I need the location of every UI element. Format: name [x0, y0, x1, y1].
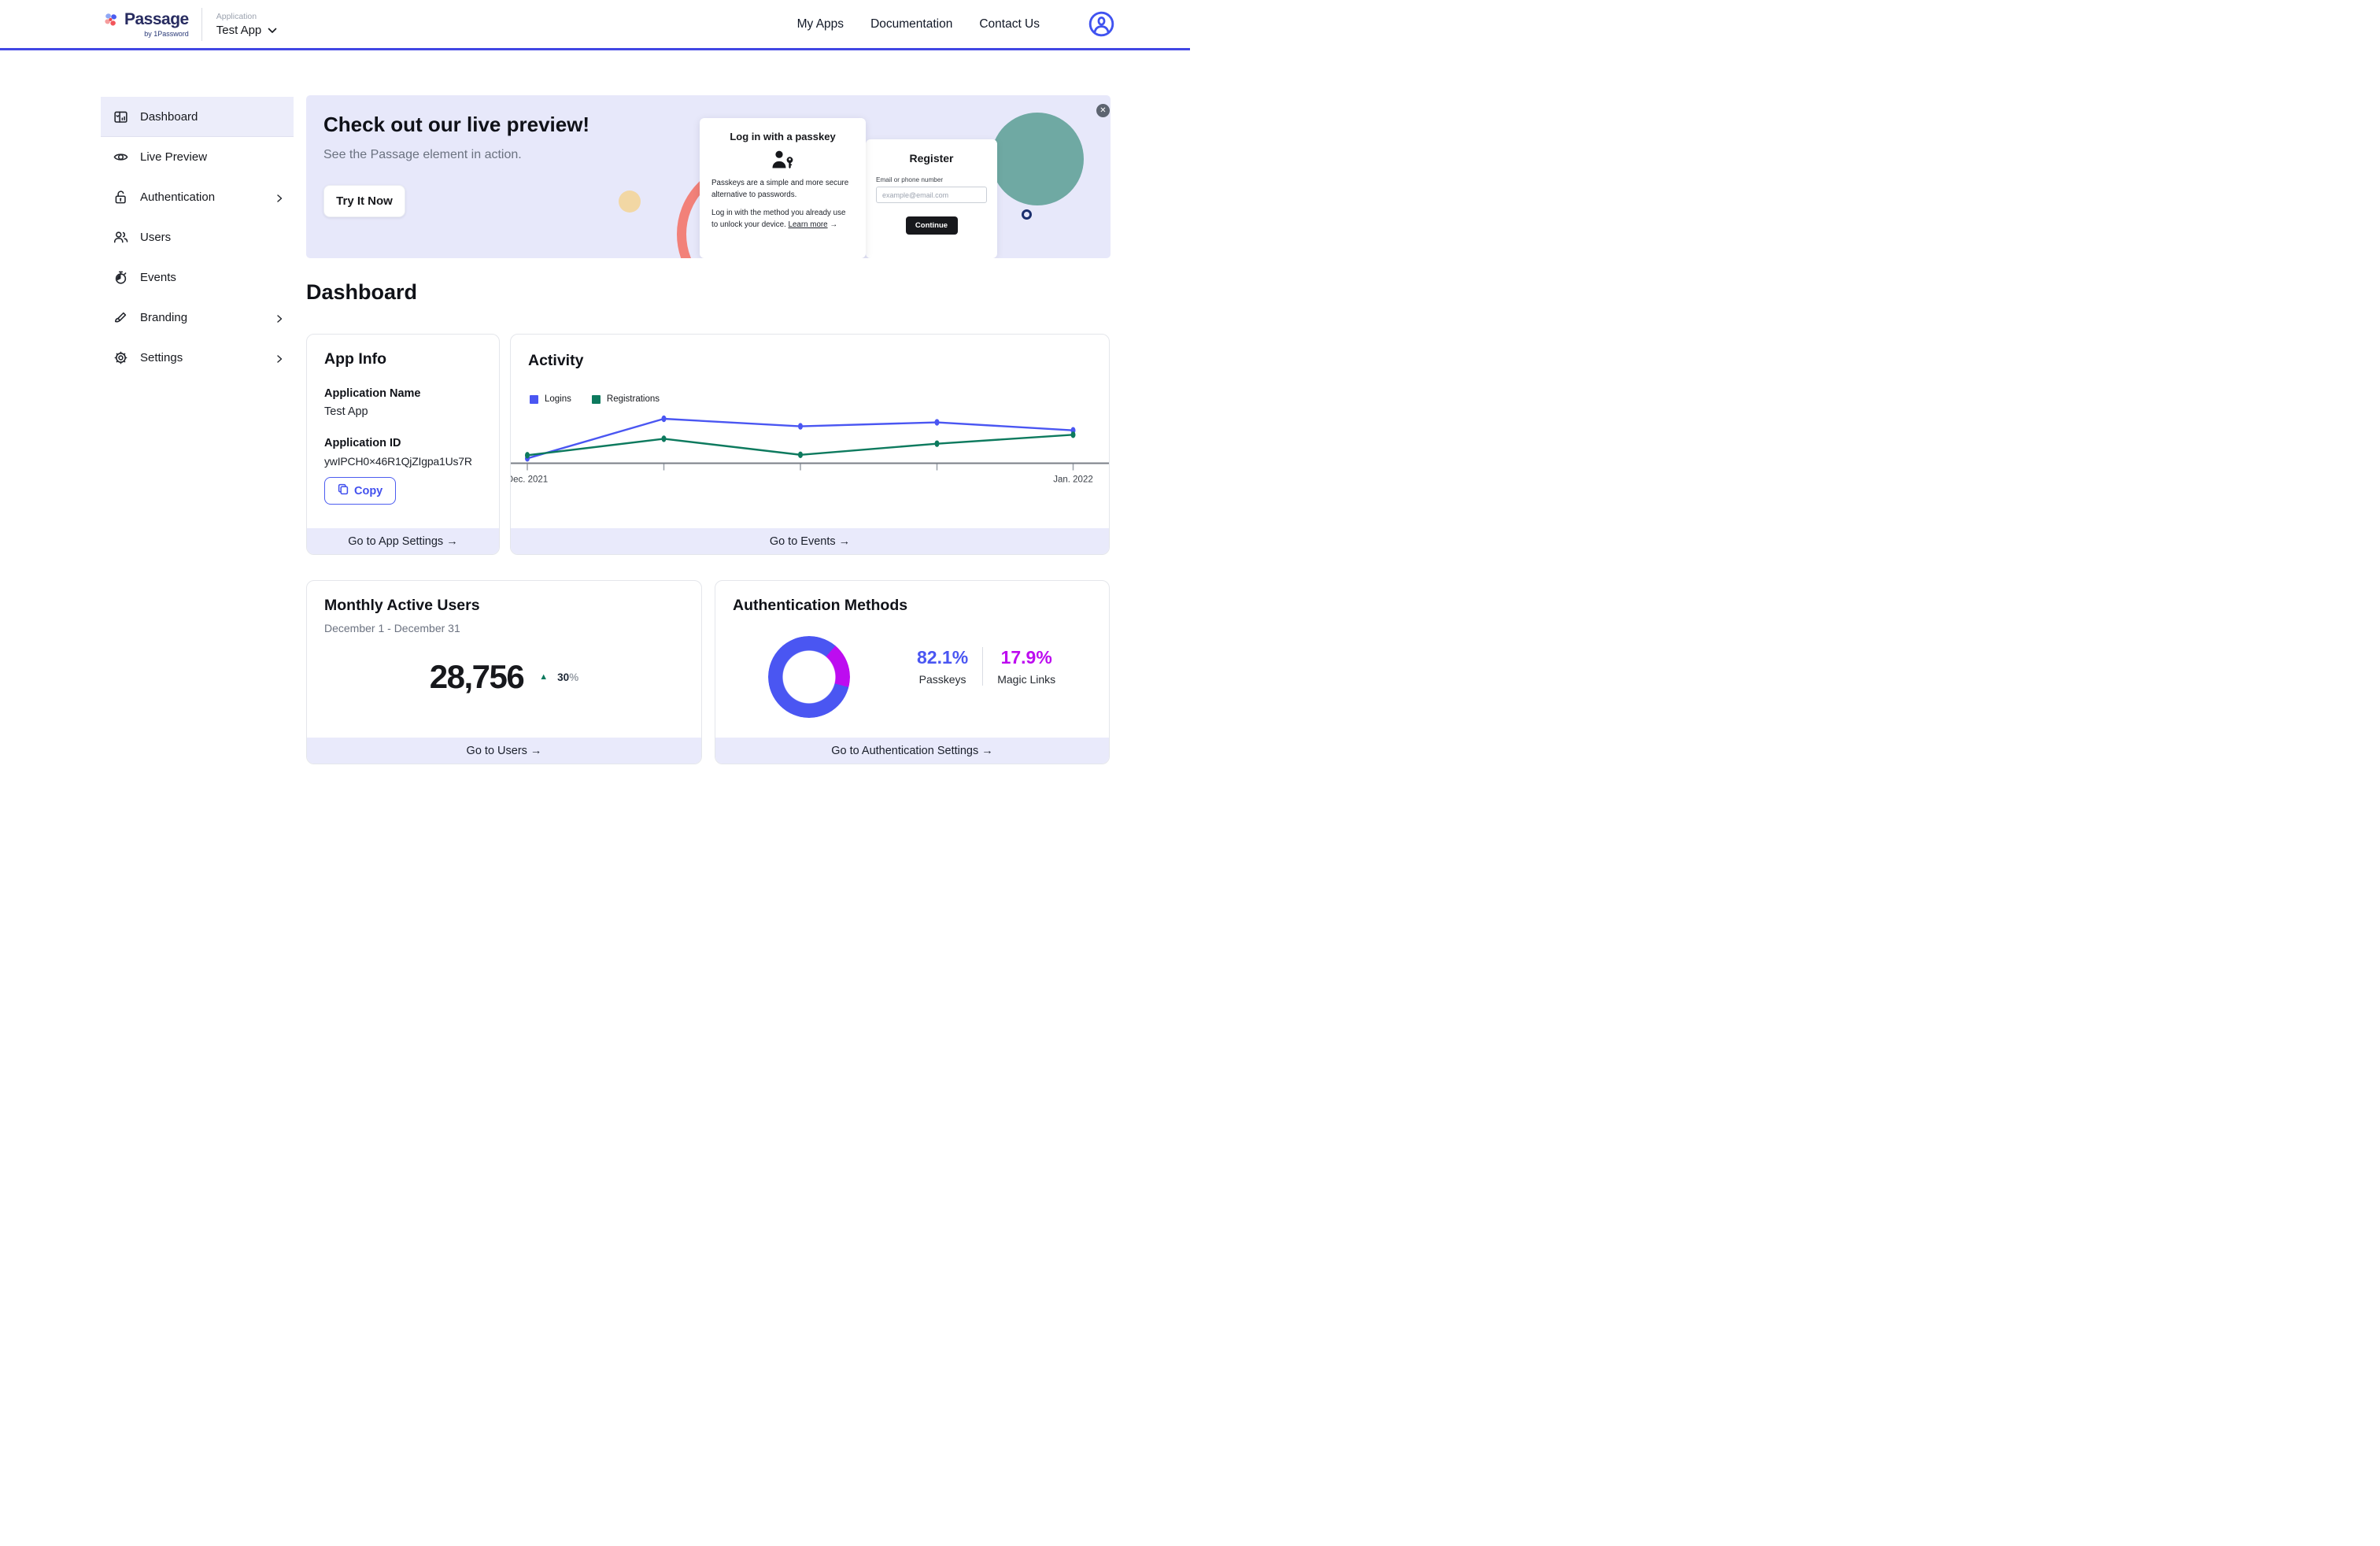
sidebar-item-settings[interactable]: Settings	[101, 338, 294, 378]
email-field-label: Email or phone number	[876, 176, 987, 183]
copy-button[interactable]: Copy	[324, 477, 396, 505]
authentication-methods-card: Authentication Methods 82.1% Passkeys 17…	[715, 580, 1110, 764]
copy-button-label: Copy	[354, 485, 382, 497]
sidebar-item-label: Dashboard	[140, 110, 198, 124]
application-switcher-label: Application	[216, 12, 278, 21]
mau-title: Monthly Active Users	[324, 597, 684, 615]
sidebar-item-label: Branding	[140, 311, 187, 324]
sidebar-item-dashboard[interactable]: Dashboard	[101, 97, 294, 137]
magic-links-percentage: 17.9%	[997, 647, 1055, 668]
continue-button[interactable]: Continue	[906, 216, 958, 235]
banner-subtitle: See the Passage element in action.	[323, 148, 522, 162]
magic-links-label: Magic Links	[997, 673, 1055, 686]
tan-circle-decoration	[619, 190, 641, 213]
user-avatar-icon[interactable]	[1088, 11, 1114, 37]
brand-name: Passage	[124, 11, 189, 28]
sidebar-item-label: Settings	[140, 351, 183, 364]
users-icon	[113, 229, 129, 246]
teal-circle-decoration	[991, 113, 1084, 205]
register-preview-card: Register Email or phone number Continue	[866, 139, 997, 258]
top-nav: My Apps Documentation Contact Us	[797, 11, 1114, 37]
app-info-title: App Info	[324, 350, 482, 368]
sidebar-item-users[interactable]: Users	[101, 217, 294, 257]
chevron-down-icon	[268, 24, 277, 37]
mau-value: 28,756	[430, 658, 523, 696]
copy-icon	[338, 483, 349, 498]
activity-line-chart: Dec. 2021 Jan. 2022	[511, 335, 1110, 496]
go-to-users-link[interactable]: Go to Users →	[307, 738, 701, 764]
magic-links-stat: 17.9% Magic Links	[983, 647, 1070, 686]
mau-delta: 30%	[557, 671, 578, 683]
passkey-card-body-1: Passkeys are a simple and more secure al…	[711, 179, 848, 199]
top-bar: Passage by 1Password Application Test Ap…	[0, 0, 1190, 50]
chevron-right-icon	[275, 353, 284, 363]
go-to-authentication-settings-link[interactable]: Go to Authentication Settings →	[715, 738, 1109, 764]
sidebar-item-branding[interactable]: Branding	[101, 298, 294, 338]
chevron-right-icon	[275, 193, 284, 202]
monthly-active-users-card: Monthly Active Users December 1 - Decemb…	[306, 580, 702, 764]
close-icon[interactable]: ✕	[1096, 104, 1110, 117]
live-preview-banner: Check out our live preview! See the Pass…	[306, 95, 1111, 258]
application-switcher[interactable]: Application Test App	[216, 12, 278, 37]
gear-icon	[113, 350, 129, 366]
passkey-preview-card: Log in with a passkey Passkeys are a sim…	[700, 118, 866, 258]
navy-ring-decoration	[1022, 209, 1032, 220]
app-info-card: App Info Application Name Test App Appli…	[306, 334, 500, 555]
arrow-right-icon: →	[830, 220, 837, 229]
mau-value-row: 28,756 ▲ 30%	[307, 658, 701, 696]
sidebar-item-label: Authentication	[140, 190, 215, 204]
application-name-label: Application Name	[324, 387, 482, 400]
nav-documentation[interactable]: Documentation	[870, 17, 952, 31]
register-card-title: Register	[876, 152, 987, 165]
banner-title: Check out our live preview!	[323, 113, 589, 137]
header-divider	[201, 8, 202, 41]
auth-methods-title: Authentication Methods	[733, 597, 1092, 615]
sidebar-item-live-preview[interactable]: Live Preview	[101, 137, 294, 177]
svg-text:Dec. 2021: Dec. 2021	[511, 475, 548, 485]
increase-triangle-icon: ▲	[539, 672, 548, 682]
sidebar-item-label: Live Preview	[140, 150, 207, 164]
application-id-value: ywIPCH0×46R1QjZIgpa1Us7R	[324, 455, 482, 468]
person-key-icon	[770, 150, 796, 171]
activity-card: Activity Logins Registrations Dec. 2021J…	[510, 334, 1110, 555]
paintbrush-icon	[113, 309, 129, 326]
auth-methods-stats: 82.1% Passkeys 17.9% Magic Links	[903, 647, 1070, 686]
nav-contact-us[interactable]: Contact Us	[979, 17, 1040, 31]
sidebar-item-label: Users	[140, 231, 171, 244]
try-it-now-button[interactable]: Try It Now	[323, 185, 405, 217]
passage-flower-icon	[102, 11, 120, 34]
sidebar: Dashboard Live Preview Authentication	[101, 97, 294, 378]
sidebar-item-label: Events	[140, 271, 176, 284]
passage-console-page: Passage by 1Password Application Test Ap…	[0, 0, 1190, 773]
lock-icon	[113, 189, 129, 205]
chevron-right-icon	[275, 313, 284, 323]
auth-methods-donut-chart	[768, 636, 850, 718]
stopwatch-icon	[113, 269, 129, 286]
passkeys-label: Passkeys	[917, 673, 968, 686]
sidebar-item-authentication[interactable]: Authentication	[101, 177, 294, 217]
page-title: Dashboard	[306, 280, 417, 305]
go-to-app-settings-link[interactable]: Go to App Settings →	[307, 528, 499, 554]
eye-icon	[113, 149, 129, 165]
dashboard-icon	[113, 109, 129, 125]
learn-more-link[interactable]: Learn more	[789, 220, 828, 229]
mau-date-range: December 1 - December 31	[324, 622, 684, 634]
passkeys-stat: 82.1% Passkeys	[903, 647, 982, 686]
svg-text:Jan. 2022: Jan. 2022	[1053, 475, 1093, 485]
passkey-card-title: Log in with a passkey	[711, 131, 854, 142]
brand-byline: by 1Password	[144, 30, 189, 38]
nav-my-apps[interactable]: My Apps	[797, 17, 844, 31]
sidebar-item-events[interactable]: Events	[101, 257, 294, 298]
email-field[interactable]	[876, 187, 987, 203]
go-to-events-link[interactable]: Go to Events →	[511, 528, 1109, 554]
application-name-value: Test App	[324, 405, 482, 418]
passage-logo[interactable]: Passage by 1Password	[102, 11, 189, 38]
passkeys-percentage: 82.1%	[917, 647, 968, 668]
application-switcher-value: Test App	[216, 24, 262, 37]
application-id-label: Application ID	[324, 437, 482, 449]
